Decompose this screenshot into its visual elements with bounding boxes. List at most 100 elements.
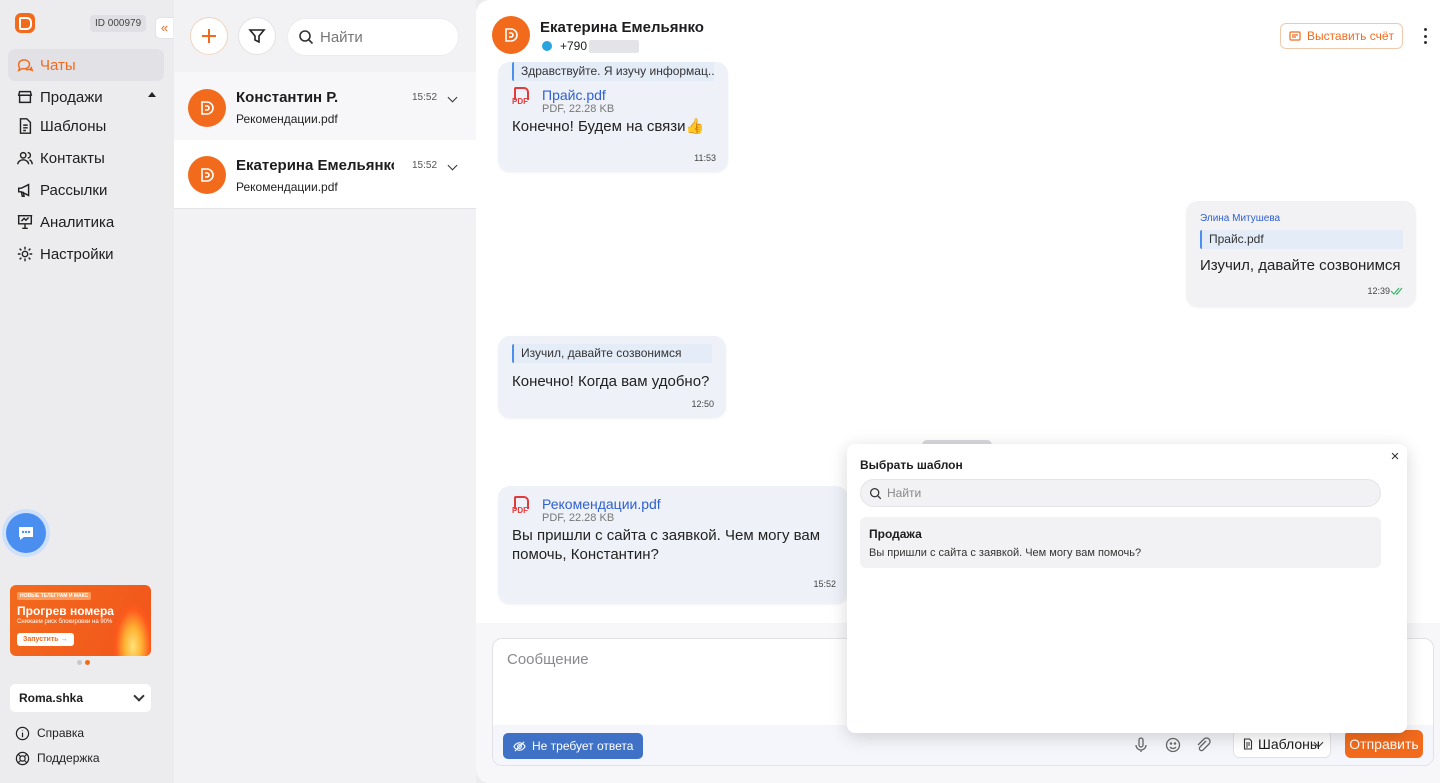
support-link[interactable]: Поддержка xyxy=(15,749,100,767)
search-icon xyxy=(299,30,314,45)
sidebar-item-label: Аналитика xyxy=(40,213,115,231)
avatar[interactable] xyxy=(492,16,530,54)
templates-dropdown-button[interactable]: Шаблоны xyxy=(1233,730,1331,758)
close-icon[interactable]: × xyxy=(1388,449,1402,464)
chat-list-item[interactable]: Константин Р. Рекомендации.pdf 15:52 xyxy=(174,72,476,140)
eye-off-icon xyxy=(513,740,526,752)
chat-time: 15:52 xyxy=(412,92,438,103)
file-attachment[interactable]: PDF Прайс.pdf PDF, 22.28 KB xyxy=(512,87,714,115)
message-bubble-outgoing[interactable]: Элина Митушева Прайс.pdf Изучил, давайте… xyxy=(1186,201,1416,307)
support-chat-button[interactable] xyxy=(6,513,46,553)
promo-subtitle: Снижаем риск блокировки на 90% xyxy=(17,619,113,625)
sidebar-item-contacts[interactable]: Контакты xyxy=(8,142,164,174)
fire-icon xyxy=(113,603,151,656)
reply-quote[interactable]: Изучил, давайте созвонимся xyxy=(512,344,712,363)
promo-launch-button[interactable]: Запустить → xyxy=(17,633,74,646)
new-chat-button[interactable] xyxy=(190,17,228,55)
account-id-badge: ID 000979 xyxy=(90,15,147,32)
send-button[interactable]: Отправить xyxy=(1345,730,1423,758)
message-text: Конечно! Будем на связи👍 xyxy=(512,118,705,135)
telegram-icon xyxy=(542,41,552,51)
phone-number: +790 xyxy=(560,39,588,53)
sidebar-item-label: Контакты xyxy=(40,149,105,167)
sidebar-item-analytics[interactable]: Аналитика xyxy=(8,206,164,238)
megaphone-icon xyxy=(17,183,30,198)
promo-title: Прогрев номера xyxy=(17,604,114,618)
store-icon xyxy=(17,90,33,104)
template-title: Продажа xyxy=(869,527,922,541)
pagination-dot[interactable] xyxy=(77,660,82,665)
sidebar-item-templates[interactable]: Шаблоны xyxy=(8,110,164,142)
reply-quote[interactable]: Здравствуйте. Я изучу информац... xyxy=(512,62,714,81)
chat-last-message: Рекомендации.pdf xyxy=(236,180,338,194)
account-name: Roma.shka xyxy=(19,691,84,705)
brand-logo-icon xyxy=(201,101,214,115)
reply-quote[interactable]: Прайс.pdf xyxy=(1200,230,1403,249)
message-time: 15:52 xyxy=(813,579,836,589)
account-selector[interactable]: Roma.shka xyxy=(10,684,151,712)
chat-bubble-icon xyxy=(19,527,33,540)
template-picker-popup: Выбрать шаблон × Найти Продажа Вы пришли… xyxy=(847,444,1407,733)
message-sender: Элина Митушева xyxy=(1200,213,1281,224)
template-search-input[interactable]: Найти xyxy=(860,479,1381,507)
invoice-icon xyxy=(1289,31,1301,41)
sidebar-item-mailings[interactable]: Рассылки xyxy=(8,174,164,206)
contact-name: Екатерина Емельянко xyxy=(540,19,704,36)
filter-icon xyxy=(248,29,266,44)
chat-icon xyxy=(17,59,34,72)
chat-search-input[interactable]: Найти xyxy=(287,18,459,56)
file-name[interactable]: Рекомендации.pdf xyxy=(542,496,661,512)
pagination-dot-active[interactable] xyxy=(85,660,90,665)
file-name[interactable]: Прайс.pdf xyxy=(542,87,614,103)
templates-label: Шаблоны xyxy=(1258,736,1320,752)
avatar xyxy=(188,156,226,194)
lifebuoy-icon xyxy=(15,751,30,765)
file-attachment[interactable]: PDF Рекомендации.pdf PDF, 22.28 KB xyxy=(512,496,834,524)
message-text: Изучил, давайте созвонимся xyxy=(1200,257,1401,274)
no-reply-label: Не требует ответа xyxy=(532,739,634,753)
message-bubble-incoming[interactable]: PDF Рекомендации.pdf PDF, 22.28 KB Вы пр… xyxy=(498,486,848,604)
sidebar-item-label: Настройки xyxy=(40,245,114,263)
file-size: PDF, 22.28 KB xyxy=(542,103,615,115)
collapse-sidebar-button[interactable]: « xyxy=(155,17,173,39)
message-text: Вы пришли с сайта с заявкой. Чем могу ва… xyxy=(512,527,821,544)
template-item[interactable]: Продажа Вы пришли с сайта с заявкой. Чем… xyxy=(860,517,1381,568)
message-bubble-incoming[interactable]: Изучил, давайте созвонимся Конечно! Когд… xyxy=(498,336,726,418)
analytics-icon xyxy=(17,214,33,230)
promo-pagination[interactable] xyxy=(77,660,90,665)
microphone-icon[interactable] xyxy=(1133,737,1149,753)
help-link[interactable]: Справка xyxy=(15,724,84,742)
sidebar-item-label: Шаблоны xyxy=(40,117,107,135)
search-placeholder: Найти xyxy=(320,28,363,46)
emoji-icon[interactable] xyxy=(1165,737,1181,753)
sidebar-item-chats[interactable]: Чаты xyxy=(8,49,164,81)
promo-banner[interactable]: НОВЫЕ ТЕЛЕГРАМ И МАКС Прогрев номера Сни… xyxy=(10,585,151,656)
chevron-down-icon[interactable] xyxy=(447,160,458,171)
app-logo[interactable] xyxy=(15,13,35,33)
double-check-icon xyxy=(1390,287,1403,295)
no-reply-needed-button[interactable]: Не требует ответа xyxy=(503,733,644,759)
message-bubble-incoming[interactable]: Здравствуйте. Я изучу информац... PDF Пр… xyxy=(498,62,728,172)
support-label: Поддержка xyxy=(37,751,100,765)
message-input-placeholder[interactable]: Сообщение xyxy=(507,651,589,668)
chat-last-message: Рекомендации.pdf xyxy=(236,112,338,126)
chat-name: Екатерина Емельянко xyxy=(236,157,394,174)
popup-title: Выбрать шаблон xyxy=(860,458,963,472)
sidebar-item-settings[interactable]: Настройки xyxy=(8,238,164,270)
file-size: PDF, 22.28 KB xyxy=(542,512,615,524)
chat-name: Константин Р. xyxy=(236,89,339,106)
message-text: помочь, Константин? xyxy=(512,546,659,563)
contact-phone: +790 xyxy=(542,39,640,53)
sidebar-item-sales[interactable]: Продажи xyxy=(8,81,164,113)
paperclip-icon[interactable] xyxy=(1195,737,1211,753)
more-options-icon[interactable] xyxy=(1423,28,1427,44)
chevron-down-icon[interactable] xyxy=(447,92,458,103)
plus-icon xyxy=(202,29,216,43)
chat-list-item[interactable]: Екатерина Емельянко Рекомендации.pdf 15:… xyxy=(174,140,476,208)
sidebar: ID 000979 « Чаты Продажи Шаблоны Контакт… xyxy=(0,0,174,783)
filter-button[interactable] xyxy=(238,17,276,55)
caret-up-icon[interactable] xyxy=(148,92,156,97)
issue-invoice-button[interactable]: Выставить счёт xyxy=(1280,23,1403,49)
contacts-icon xyxy=(17,151,33,165)
chevron-down-icon xyxy=(133,690,145,702)
